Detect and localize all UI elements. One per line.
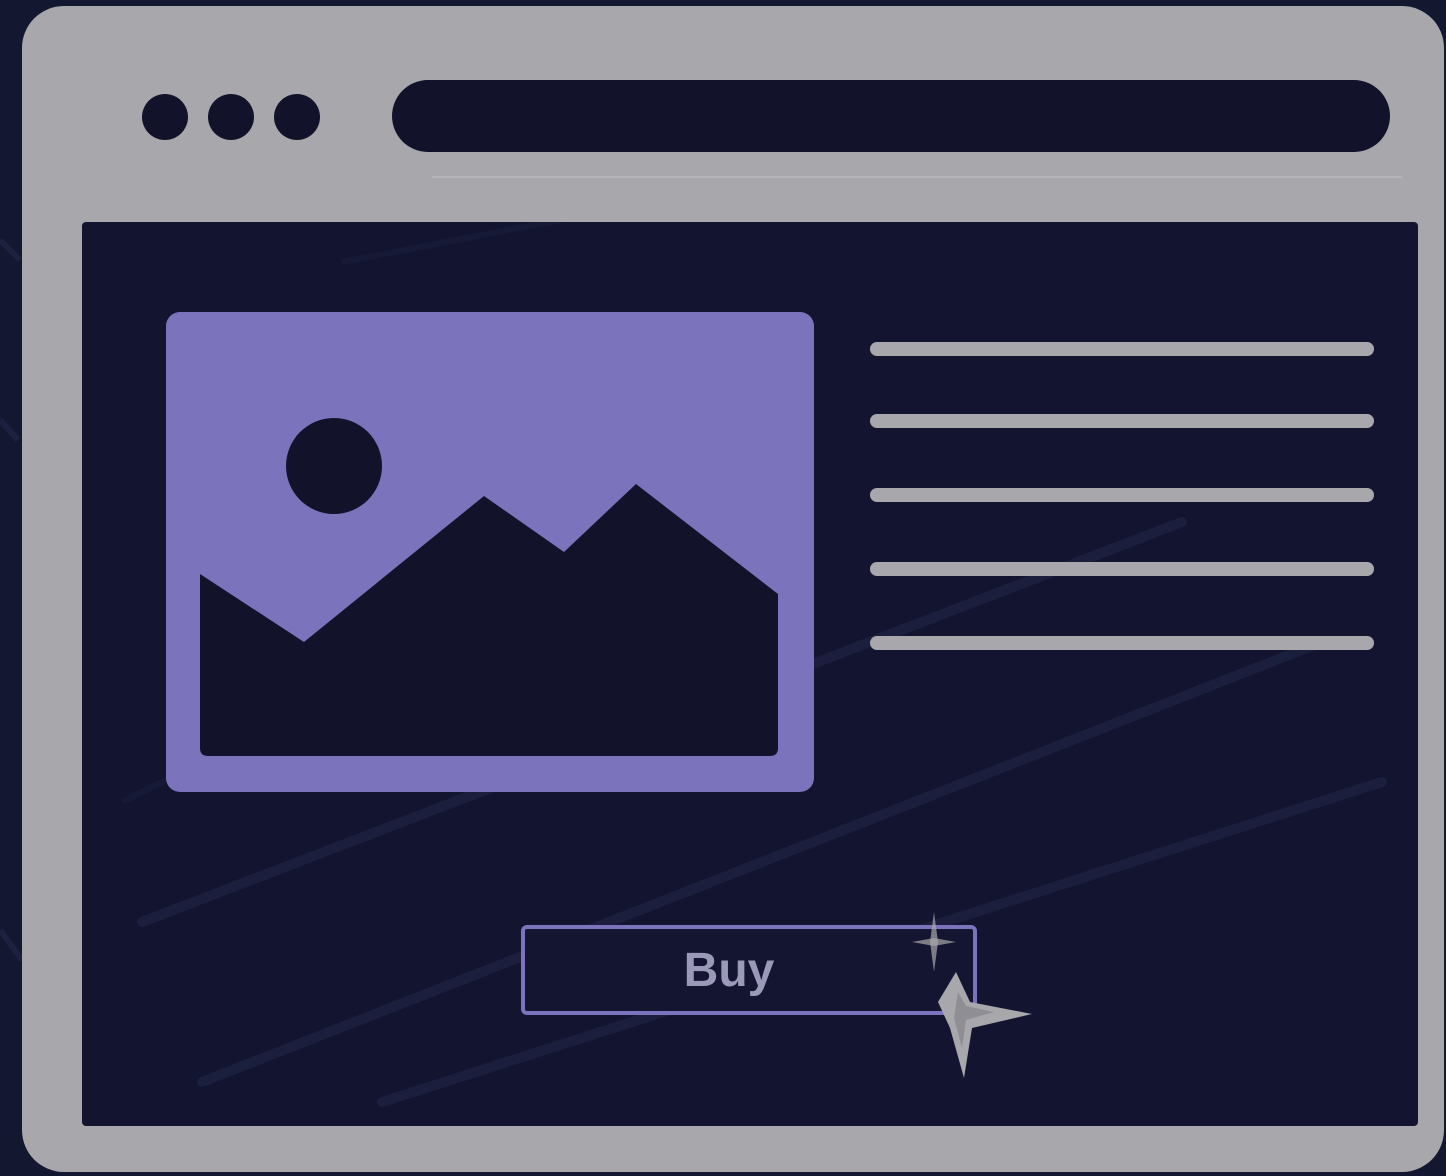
window-control-dot[interactable] [274, 94, 320, 140]
text-line-placeholder [870, 636, 1374, 650]
text-line-placeholder [870, 488, 1374, 502]
mountains-icon [200, 484, 778, 756]
illustration-canvas: Buy [0, 0, 1446, 1176]
text-line-placeholder [870, 562, 1374, 576]
text-line-placeholder [870, 414, 1374, 428]
buy-button-label: Buy [683, 943, 775, 997]
text-line-placeholder [870, 342, 1374, 356]
browser-window: Buy [22, 6, 1444, 1172]
address-bar[interactable] [392, 80, 1390, 152]
webpage-content: Buy [82, 222, 1418, 1126]
sun-icon [286, 418, 382, 514]
landscape-icon [200, 418, 778, 756]
window-control-dot[interactable] [208, 94, 254, 140]
window-control-dot[interactable] [142, 94, 188, 140]
toolbar-divider [432, 176, 1402, 178]
image-placeholder-icon [166, 312, 814, 792]
buy-button[interactable]: Buy [521, 925, 977, 1015]
